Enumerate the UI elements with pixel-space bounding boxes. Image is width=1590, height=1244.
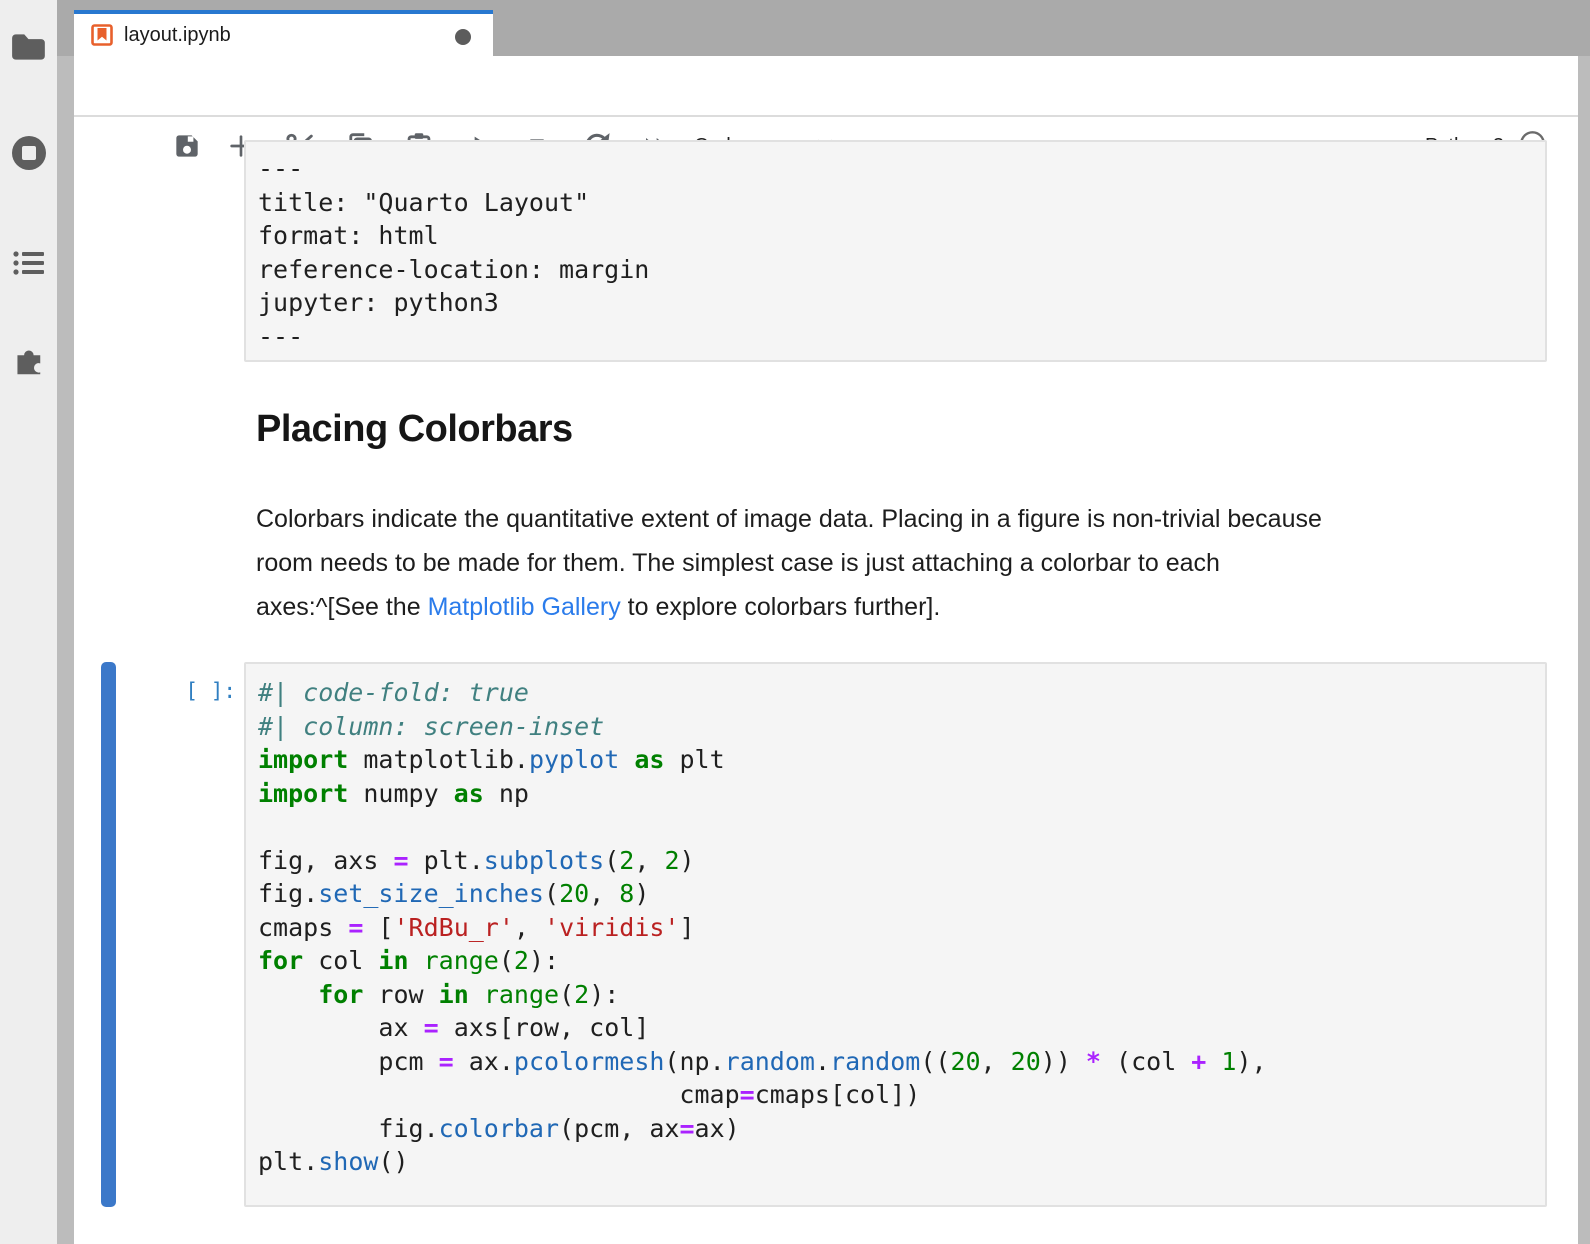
sidebar-divider xyxy=(57,0,74,1244)
code-line: #| code-fold: true xyxy=(258,676,1533,710)
file-browser-button[interactable] xyxy=(7,24,51,70)
active-cell-indicator[interactable] xyxy=(101,662,116,1207)
puzzle-icon xyxy=(7,341,51,385)
running-sessions-button[interactable] xyxy=(7,130,51,176)
cell-input-prompt: [ ]: xyxy=(110,679,236,703)
code-lines: #| code-fold: true#| column: screen-inse… xyxy=(258,676,1533,1179)
tab-layout-ipynb[interactable]: layout.ipynb xyxy=(74,10,493,56)
window-right-edge xyxy=(1578,0,1590,1244)
markdown-paragraph: Colorbars indicate the quantitative exte… xyxy=(256,497,1516,629)
tab-title: layout.ipynb xyxy=(124,24,231,47)
activity-sidebar xyxy=(0,0,57,1244)
code-cell-editor[interactable]: #| code-fold: true#| column: screen-inse… xyxy=(244,662,1547,1207)
unsaved-changes-dot[interactable] xyxy=(455,29,471,45)
code-line: cmap=cmaps[col]) xyxy=(258,1078,1533,1112)
raw-line: --- xyxy=(258,152,1533,186)
paragraph-line: Colorbars indicate the quantitative exte… xyxy=(256,497,1516,541)
code-line xyxy=(258,810,1533,844)
section-heading: Placing Colorbars xyxy=(256,408,573,451)
raw-line: title: "Quarto Layout" xyxy=(258,186,1533,220)
code-line: fig.colorbar(pcm, ax=ax) xyxy=(258,1112,1533,1146)
paragraph-line: axes:^[See the Matplotlib Gallery to exp… xyxy=(256,585,1516,629)
code-line: import numpy as np xyxy=(258,777,1533,811)
code-line: plt.show() xyxy=(258,1145,1533,1179)
save-button[interactable] xyxy=(169,128,205,164)
code-line: #| column: screen-inset xyxy=(258,710,1533,744)
notebook-icon xyxy=(91,24,113,46)
raw-line: --- xyxy=(258,320,1533,354)
paragraph-text: axes:^[See the xyxy=(256,593,428,621)
raw-frontmatter-cell[interactable]: ---title: "Quarto Layout"format: htmlref… xyxy=(244,140,1547,362)
raw-line: reference-location: margin xyxy=(258,253,1533,287)
stop-circle-icon xyxy=(7,131,51,175)
table-of-contents-button[interactable] xyxy=(7,240,51,286)
paragraph-line: room needs to be made for them. The simp… xyxy=(256,541,1516,585)
raw-line: jupyter: python3 xyxy=(258,286,1533,320)
code-line: for row in range(2): xyxy=(258,978,1533,1012)
list-icon xyxy=(9,243,49,283)
extensions-button[interactable] xyxy=(7,340,51,386)
matplotlib-gallery-link[interactable]: Matplotlib Gallery xyxy=(428,593,621,621)
save-icon xyxy=(171,130,203,162)
folder-icon xyxy=(10,28,48,66)
code-line: for col in range(2): xyxy=(258,944,1533,978)
code-line: fig.set_size_inches(20, 8) xyxy=(258,877,1533,911)
paragraph-text: to explore colorbars further]. xyxy=(621,593,941,621)
code-line: pcm = ax.pcolormesh(np.random.random((20… xyxy=(258,1045,1533,1079)
code-line: cmaps = ['RdBu_r', 'viridis'] xyxy=(258,911,1533,945)
code-line: fig, axs = plt.subplots(2, 2) xyxy=(258,844,1533,878)
notebook-toolbar: Code Python 3 xyxy=(74,56,1578,117)
code-line: import matplotlib.pyplot as plt xyxy=(258,743,1533,777)
jupyterlab-window: layout.ipynb xyxy=(0,0,1590,1244)
code-line: ax = axs[row, col] xyxy=(258,1011,1533,1045)
raw-line: format: html xyxy=(258,219,1533,253)
raw-cell-lines: ---title: "Quarto Layout"format: htmlref… xyxy=(258,152,1533,353)
